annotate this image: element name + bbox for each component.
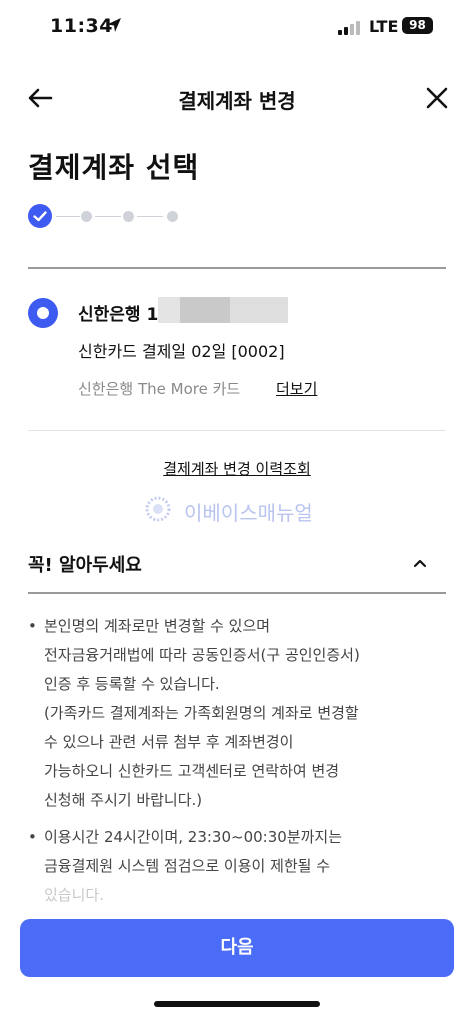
chevron-up-icon[interactable] xyxy=(410,553,430,573)
header-title: 결제계좌 변경 xyxy=(178,89,296,113)
account-radio-selected[interactable] xyxy=(28,298,58,328)
step-connector xyxy=(95,216,121,217)
next-button[interactable]: 다음 xyxy=(20,919,454,977)
notice-title: 꼭! 알아두세요 xyxy=(28,555,142,576)
bank-account-name[interactable]: 신한은행 1 xyxy=(78,300,158,325)
notice-line: 전자금융거래법에 따라 공동인증서(구 공인인증서) xyxy=(44,646,360,664)
section-divider xyxy=(28,267,446,269)
watermark-logo-icon xyxy=(145,496,171,522)
step-1-active xyxy=(28,204,52,228)
notice-line: 본인명의 계좌로만 변경할 수 있으며 xyxy=(44,617,271,635)
notice-line: 신청해 주시기 바랍니다.) xyxy=(44,791,203,809)
notice-divider xyxy=(28,592,446,594)
header: 결제계좌 변경 xyxy=(0,72,474,124)
close-icon[interactable] xyxy=(424,85,450,111)
status-bar: 11:34 LTE 98 xyxy=(0,0,474,58)
watermark-text: 이베이스매뉴얼 xyxy=(184,501,313,525)
network-type: LTE xyxy=(369,17,399,36)
step-4-dot xyxy=(167,211,178,222)
notice-line: 이용시간 24시간이며, 23:30~00:30분까지는 xyxy=(44,828,343,846)
home-indicator xyxy=(154,1001,320,1007)
card-billing-info: 신한카드 결제일 02일 [0002] xyxy=(78,342,285,361)
notice-line: 가능하오니 신한카드 고객센터로 연락하여 변경 xyxy=(44,762,340,780)
signal-icon xyxy=(338,21,362,35)
notice-line: 있습니다. xyxy=(44,886,104,904)
status-time: 11:34 xyxy=(50,15,113,37)
notice-item: • 이용시간 24시간이며, 23:30~00:30분까지는 금융결제원 시스템… xyxy=(28,823,446,910)
step-2-dot xyxy=(81,211,92,222)
battery-indicator: 98 xyxy=(402,17,433,34)
notice-line: 인증 후 등록할 수 있습니다. xyxy=(44,675,220,693)
notice-line: 수 있으나 관련 서류 첨부 후 계좌변경이 xyxy=(44,733,294,751)
step-3-dot xyxy=(123,211,134,222)
bullet: • xyxy=(28,828,37,846)
notice-list: • 본인명의 계좌로만 변경할 수 있으며 전자금융거래법에 따라 공동인증서(… xyxy=(28,612,446,910)
location-arrow-icon xyxy=(107,18,121,32)
step-connector xyxy=(137,216,163,217)
more-link[interactable]: 더보기 xyxy=(276,378,317,399)
bullet: • xyxy=(28,617,37,635)
check-icon xyxy=(33,211,47,222)
card-product-name: 신한은행 The More 카드 xyxy=(78,380,241,398)
change-history-link[interactable]: 결제계좌 변경 이력조회 xyxy=(0,458,474,479)
notice-line: 금융결제원 시스템 점검으로 이용이 제한될 수 xyxy=(44,857,331,875)
notice-item: • 본인명의 계좌로만 변경할 수 있으며 전자금융거래법에 따라 공동인증서(… xyxy=(28,612,446,815)
step-connector xyxy=(56,216,80,217)
notice-line: (가족카드 결제계좌는 가족회원명의 계좌로 변경할 xyxy=(44,704,359,722)
list-divider xyxy=(28,430,446,431)
progress-stepper xyxy=(28,204,188,230)
page-title: 결제계좌 선택 xyxy=(28,151,200,184)
masked-account-number xyxy=(158,297,288,323)
